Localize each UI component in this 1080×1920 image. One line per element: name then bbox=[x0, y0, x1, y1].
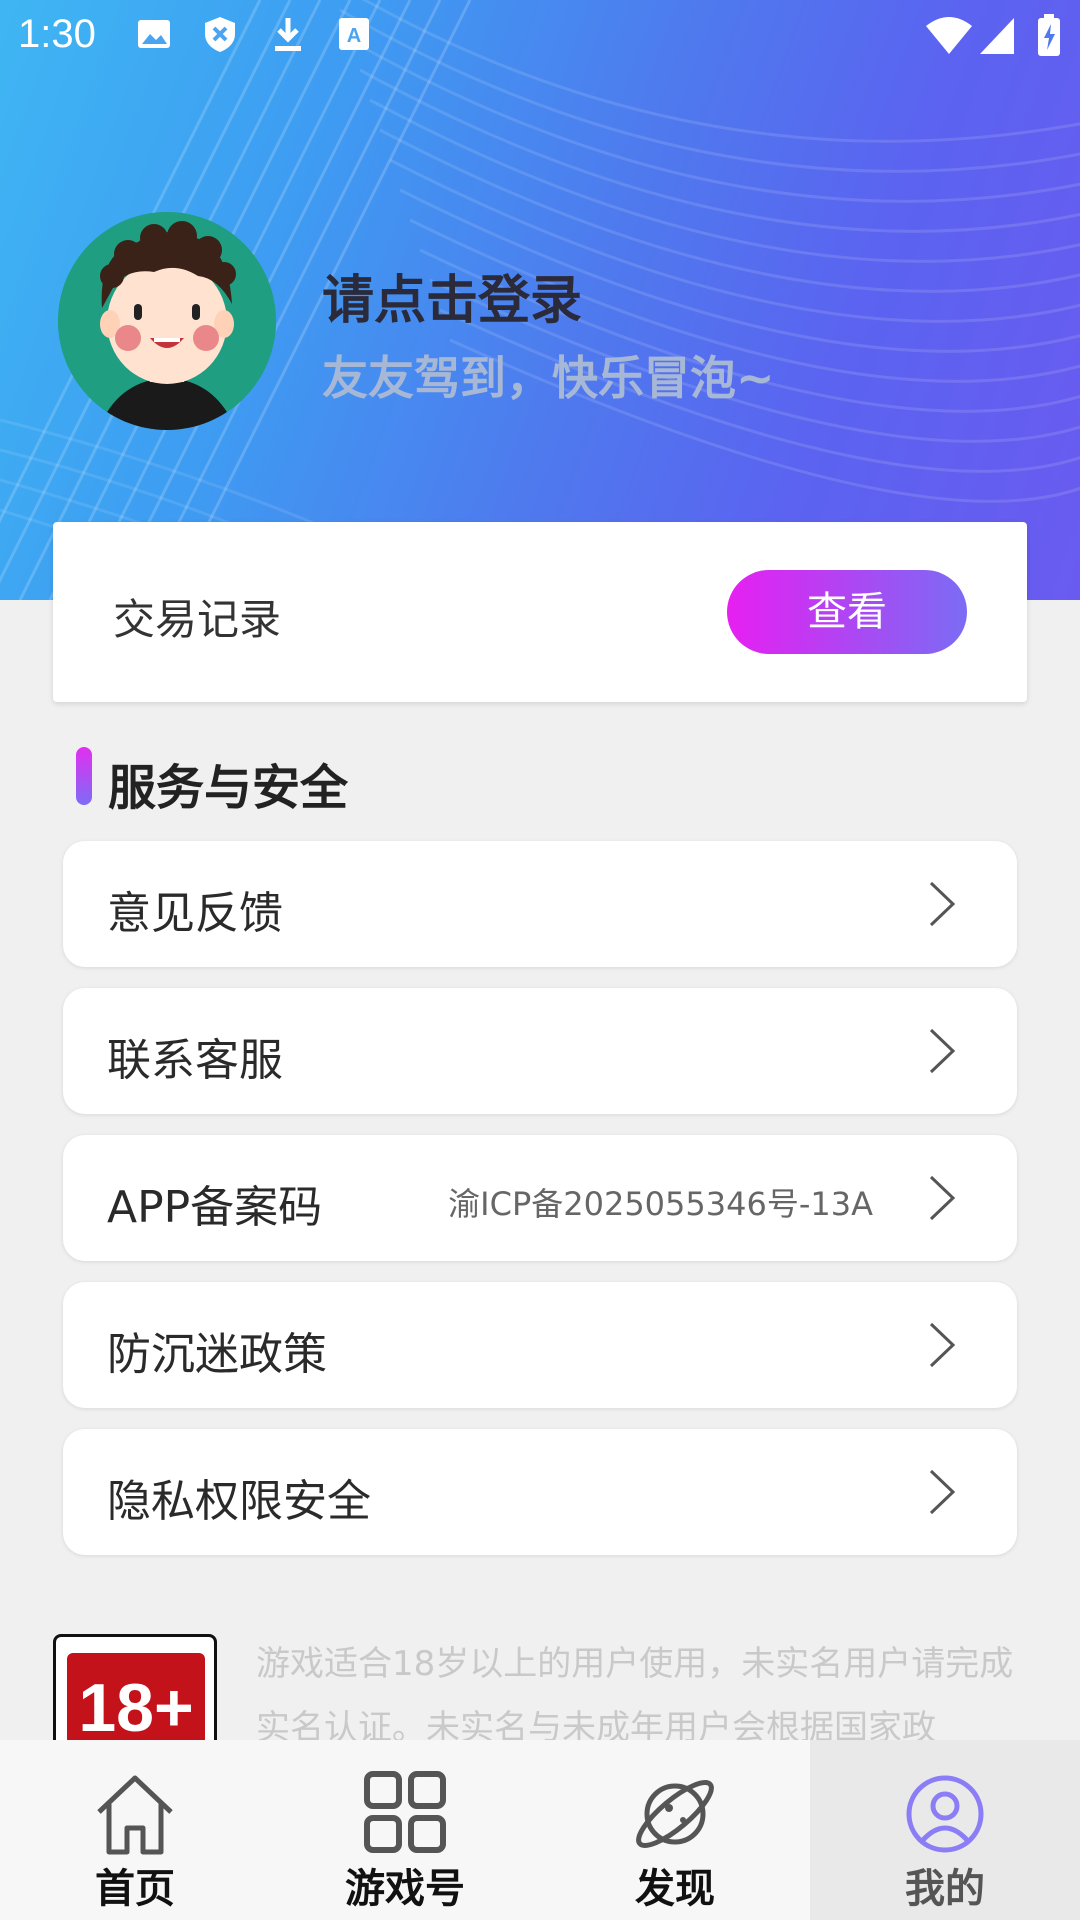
tab-mine[interactable]: 我的 bbox=[810, 1740, 1080, 1920]
bottom-tab-bar: 首页 游戏号 发现 我的 bbox=[0, 1740, 1080, 1920]
home-icon bbox=[97, 1775, 173, 1855]
tab-label: 发现 bbox=[635, 1866, 715, 1912]
menu-item-label: 隐私权限安全 bbox=[107, 1476, 371, 1527]
svg-text:A: A bbox=[347, 25, 361, 47]
trade-record-card: 交易记录 查看 bbox=[53, 522, 1027, 702]
status-bar: 1:30 A bbox=[0, 0, 1080, 72]
view-button[interactable]: 查看 bbox=[727, 570, 967, 654]
age-rating-badge: 18+ bbox=[53, 1634, 217, 1754]
signal-icon bbox=[980, 18, 1014, 54]
login-subtitle: 友友驾到，快乐冒泡~ bbox=[322, 351, 775, 405]
menu-item-app-filing[interactable]: APP备案码 渝ICP备2025055346号-13A bbox=[63, 1135, 1017, 1261]
menu-item-anti-addiction[interactable]: 防沉迷政策 bbox=[63, 1282, 1017, 1408]
tab-label: 首页 bbox=[95, 1866, 175, 1912]
menu-item-label: 意见反馈 bbox=[107, 888, 283, 939]
avatar[interactable] bbox=[58, 212, 276, 430]
user-icon bbox=[906, 1775, 984, 1853]
tab-home[interactable]: 首页 bbox=[0, 1740, 270, 1920]
header-banner: 1:30 A 请点击登录 友友驾到，快乐冒泡~ bbox=[0, 0, 1080, 600]
shield-icon bbox=[205, 17, 235, 52]
status-time: 1:30 bbox=[18, 12, 96, 56]
avatar-face-icon bbox=[58, 212, 276, 430]
planet-icon bbox=[636, 1780, 714, 1848]
age-rating-label: 18+ bbox=[67, 1653, 205, 1751]
tab-discover[interactable]: 发现 bbox=[540, 1740, 810, 1920]
chevron-right-icon bbox=[929, 881, 956, 927]
trade-record-label: 交易记录 bbox=[113, 595, 282, 644]
filing-number: 渝ICP备2025055346号-13A bbox=[448, 1185, 873, 1223]
image-icon bbox=[138, 20, 170, 48]
menu-item-privacy[interactable]: 隐私权限安全 bbox=[63, 1429, 1017, 1555]
section-accent-bar bbox=[76, 747, 92, 805]
tab-game-accounts[interactable]: 游戏号 bbox=[270, 1740, 540, 1920]
menu-item-label: 防沉迷政策 bbox=[107, 1329, 327, 1380]
battery-icon bbox=[1038, 14, 1060, 56]
menu-item-label: APP备案码 bbox=[107, 1182, 323, 1233]
chevron-right-icon bbox=[929, 1469, 956, 1515]
chevron-right-icon bbox=[929, 1028, 956, 1074]
chevron-right-icon bbox=[929, 1322, 956, 1368]
menu-item-label: 联系客服 bbox=[107, 1035, 283, 1086]
wifi-icon bbox=[926, 17, 972, 54]
tab-label: 游戏号 bbox=[345, 1866, 465, 1912]
download-icon bbox=[275, 18, 301, 51]
login-title[interactable]: 请点击登录 bbox=[322, 258, 582, 333]
translate-icon: A bbox=[339, 18, 369, 50]
section-title: 服务与安全 bbox=[108, 760, 349, 816]
tab-label: 我的 bbox=[905, 1866, 985, 1912]
menu-item-feedback[interactable]: 意见反馈 bbox=[63, 841, 1017, 967]
chevron-right-icon bbox=[929, 1175, 956, 1221]
menu-item-customer-service[interactable]: 联系客服 bbox=[63, 988, 1017, 1114]
grid-icon bbox=[364, 1771, 446, 1853]
